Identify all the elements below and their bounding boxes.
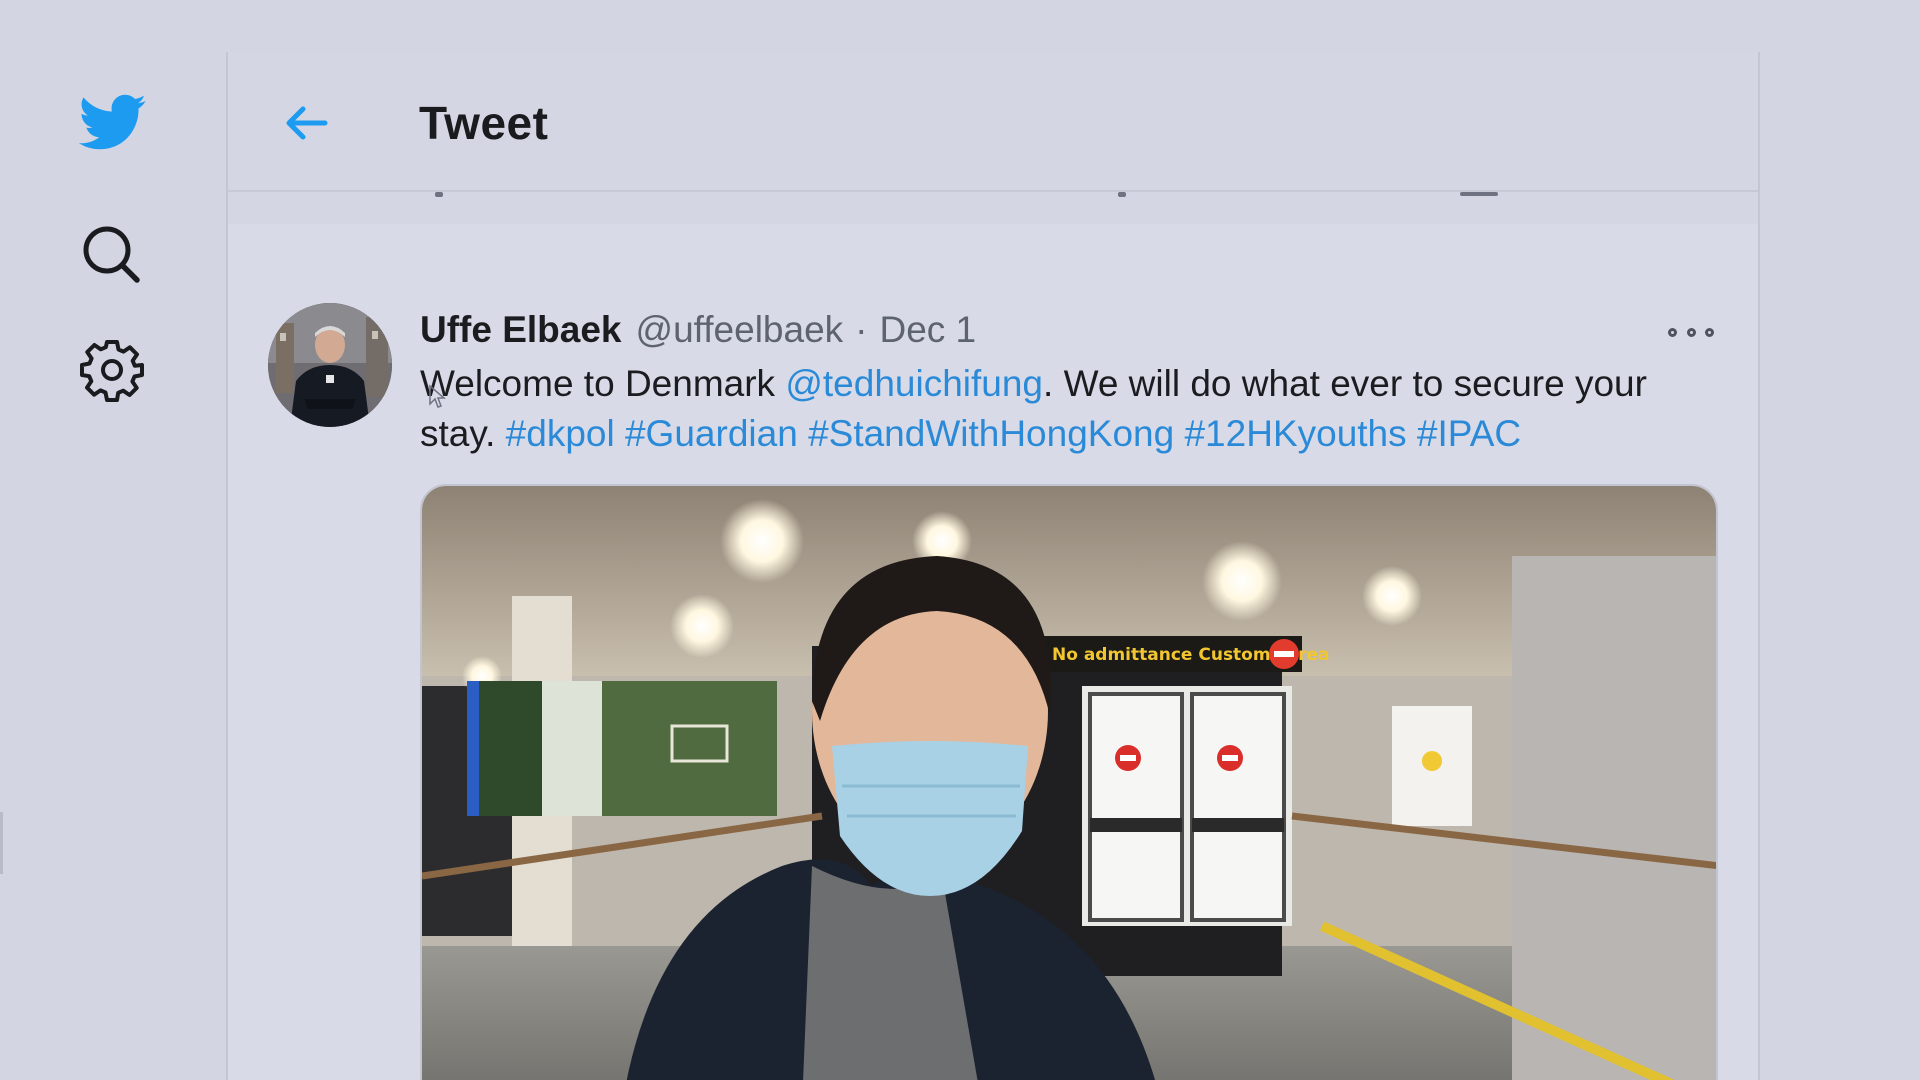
hashtag-link[interactable]: #12HKyouths <box>1184 413 1406 454</box>
window-edge-mark <box>0 812 3 874</box>
scroll-residue <box>1460 192 1498 196</box>
gear-icon[interactable] <box>80 338 144 402</box>
tweet-text-segment <box>798 413 808 454</box>
twitter-bird-icon[interactable] <box>75 88 151 156</box>
more-options-icon[interactable] <box>1668 322 1714 342</box>
hashtag-link[interactable]: #StandWithHongKong <box>808 413 1174 454</box>
header-divider <box>228 190 1758 192</box>
avatar[interactable] <box>268 303 392 427</box>
page-title: Tweet <box>419 97 549 149</box>
photo-image: No admittance Customs area <box>422 486 1716 1080</box>
tweet-date[interactable]: Dec 1 <box>879 309 976 351</box>
back-button[interactable] <box>280 100 332 146</box>
tweet-text-segment <box>615 413 625 454</box>
tweet-text-segment <box>1174 413 1184 454</box>
search-icon[interactable] <box>80 223 142 285</box>
tweet-header: Tweet <box>228 52 1758 190</box>
tweet-text-segment: Welcome to Denmark <box>420 363 786 404</box>
hashtag-link[interactable]: #Guardian <box>625 413 798 454</box>
scroll-residue <box>1118 192 1126 197</box>
mention-link[interactable]: @tedhuichifung <box>785 363 1043 404</box>
hashtag-link[interactable]: #IPAC <box>1417 413 1521 454</box>
tweet-text-segment <box>1407 413 1417 454</box>
arrow-left-icon <box>286 106 328 140</box>
twitter-page: Tweet Uffe Elbaek @uffeelbaek · Dec 1 We… <box>0 0 1920 1080</box>
tweet-header-row: Uffe Elbaek @uffeelbaek · Dec 1 <box>420 309 976 357</box>
hashtag-link[interactable]: #dkpol <box>506 413 615 454</box>
author-name[interactable]: Uffe Elbaek <box>420 309 622 351</box>
mouse-cursor-icon <box>429 384 446 408</box>
tweet-photo[interactable]: No admittance Customs area <box>420 484 1718 1080</box>
scroll-residue <box>435 192 443 197</box>
separator-dot: · <box>855 309 868 350</box>
main-column: Tweet Uffe Elbaek @uffeelbaek · Dec 1 We… <box>226 52 1760 1080</box>
author-handle[interactable]: @uffeelbaek <box>636 309 844 351</box>
tweet-card[interactable]: Uffe Elbaek @uffeelbaek · Dec 1 Welcome … <box>228 224 1758 1080</box>
tweet-text: Welcome to Denmark @tedhuichifung. We wi… <box>420 359 1720 459</box>
